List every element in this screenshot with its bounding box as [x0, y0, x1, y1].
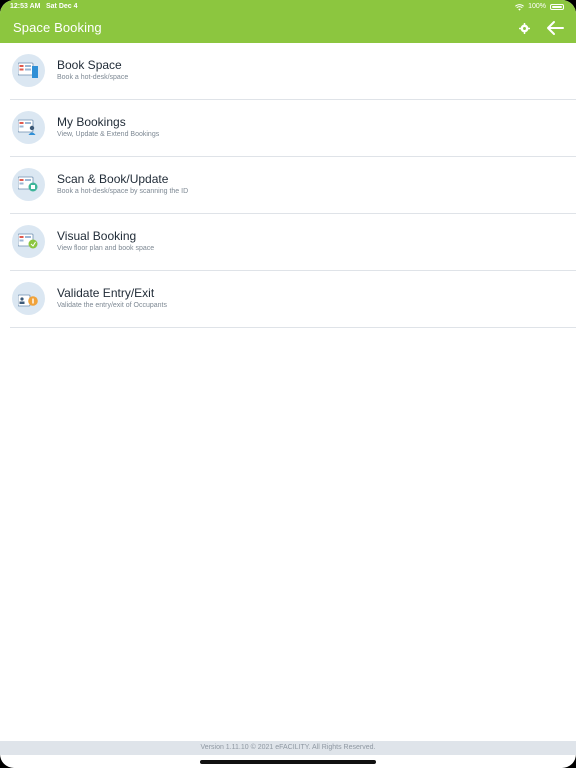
menu-item-scan-book[interactable]: Scan & Book/Update Book a hot-desk/space…: [0, 157, 576, 214]
menu-item-subtitle: View floor plan and book space: [57, 245, 155, 252]
menu-item-validate-entry[interactable]: Validate Entry/Exit Validate the entry/e…: [0, 271, 576, 328]
menu-item-my-bookings[interactable]: My Bookings View, Update & Extend Bookin…: [0, 100, 576, 157]
screen: 12:53 AM Sat Dec 4 100% Space Booking Bo…: [0, 0, 576, 768]
app-header: Space Booking: [0, 14, 576, 43]
visual-booking-icon: [12, 225, 45, 258]
menu-item-label: Validate Entry/Exit: [57, 286, 155, 300]
menu-item-label: Scan & Book/Update: [57, 172, 169, 186]
status-bar: 12:53 AM Sat Dec 4 100%: [0, 0, 576, 14]
home-indicator[interactable]: [200, 760, 376, 764]
menu-item-label: My Bookings: [57, 115, 126, 129]
scan-book-icon: [12, 168, 45, 201]
menu-item-subtitle: Book a hot-desk/space: [57, 74, 129, 81]
status-right: 100%: [515, 0, 564, 14]
wifi-icon: [515, 3, 525, 11]
menu-item-book-space[interactable]: Book Space Book a hot-desk/space: [0, 43, 576, 100]
validate-entry-icon: [12, 282, 45, 315]
book-space-icon: [12, 54, 45, 87]
menu-item-subtitle: Book a hot-desk/space by scanning the ID: [57, 188, 189, 195]
status-time: 12:53 AM: [10, 3, 41, 10]
menu-item-label: Book Space: [57, 58, 122, 72]
footer-version: Version 1.11.10 © 2021 eFACILITY. All Ri…: [0, 741, 576, 755]
row-divider: [10, 327, 576, 328]
menu-item-subtitle: View, Update & Extend Bookings: [57, 131, 160, 138]
battery-percent: 100%: [528, 3, 546, 10]
battery-icon: [550, 4, 564, 10]
device-frame: 12:53 AM Sat Dec 4 100% Space Booking Bo…: [0, 0, 576, 768]
menu-item-subtitle: Validate the entry/exit of Occupants: [57, 302, 167, 309]
menu-item-label: Visual Booking: [57, 229, 137, 243]
gear-icon[interactable]: [519, 23, 530, 34]
page-title: Space Booking: [13, 20, 102, 35]
menu-item-visual-booking[interactable]: Visual Booking View floor plan and book …: [0, 214, 576, 271]
status-date: Sat Dec 4: [46, 3, 78, 10]
back-arrow-icon[interactable]: [545, 20, 565, 36]
my-bookings-icon: [12, 111, 45, 144]
